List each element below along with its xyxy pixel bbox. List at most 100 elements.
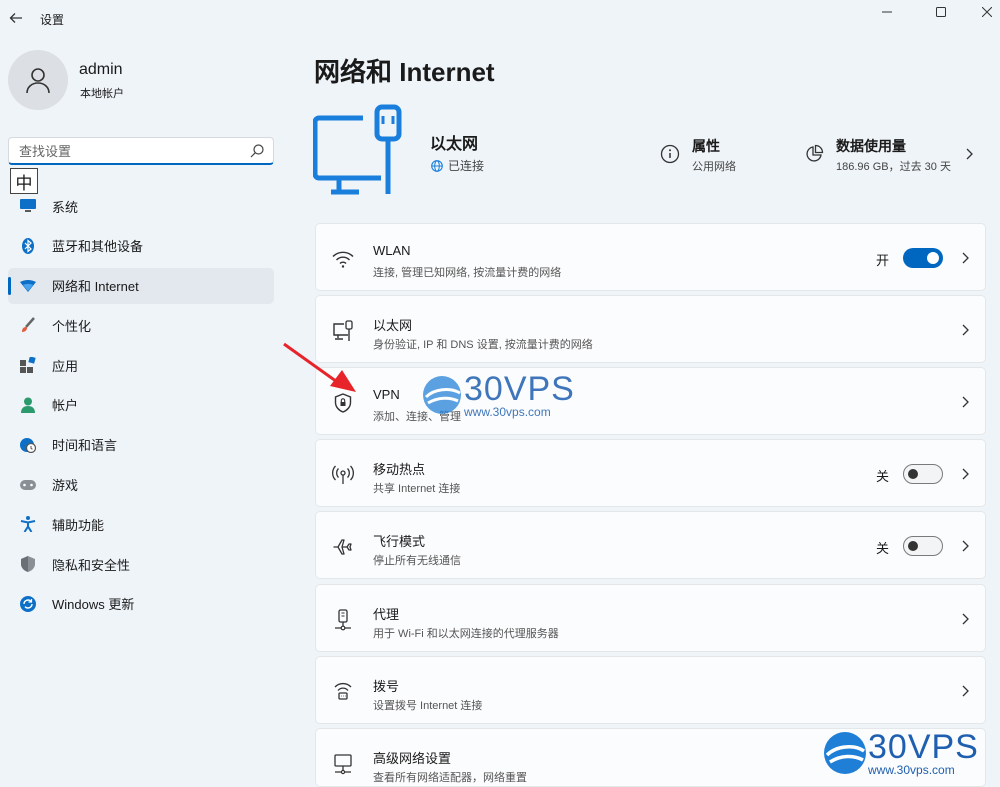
proxy-card[interactable]: 代理 用于 Wi-Fi 和以太网连接的代理服务器 xyxy=(315,584,986,652)
watermark-brand: 30VPS xyxy=(464,370,575,408)
sidebar-item-time-language[interactable]: 时间和语言 xyxy=(8,427,274,463)
card-title: 移动热点 xyxy=(373,462,426,477)
globe-icon xyxy=(431,159,443,172)
sidebar-item-label: 帐户 xyxy=(52,398,79,414)
wlan-card[interactable]: WLAN 连接, 管理已知网络, 按流量计费的网络 开 xyxy=(315,223,986,291)
sidebar-item-label: 辅助功能 xyxy=(52,517,105,533)
brush-icon xyxy=(20,317,36,333)
toggle-state-label: 开 xyxy=(876,253,890,268)
account-type: 本地帐户 xyxy=(80,88,124,100)
wifi-icon xyxy=(332,248,354,270)
connection-status: 已连接 xyxy=(431,157,484,174)
sidebar-item-gaming[interactable]: 游戏 xyxy=(8,467,274,503)
ethernet-icon xyxy=(332,320,354,342)
chevron-right-icon xyxy=(962,252,969,264)
sidebar-item-label: 系统 xyxy=(52,199,79,215)
close-icon xyxy=(982,7,992,17)
arrow-left-icon xyxy=(9,13,22,23)
app-title: 设置 xyxy=(40,13,65,27)
chevron-right-icon xyxy=(962,540,969,552)
sidebar-item-label: 隐私和安全性 xyxy=(52,557,131,573)
dialup-card[interactable]: 拨号 设置拨号 Internet 连接 xyxy=(315,656,986,724)
connection-name: 以太网 xyxy=(430,136,479,153)
watermark-center: 30VPS www.30vps.com xyxy=(420,372,575,418)
info-icon xyxy=(660,144,680,164)
chevron-right-icon xyxy=(962,685,969,697)
sidebar-item-system[interactable]: 系统 xyxy=(8,188,274,224)
card-title: WLAN xyxy=(373,243,411,258)
wifi-icon xyxy=(20,278,36,294)
card-subtitle: 身份验证, IP 和 DNS 设置, 按流量计费的网络 xyxy=(373,339,593,351)
data-usage-subtitle: 186.96 GB，过去 30 天 xyxy=(836,161,951,173)
wlan-toggle[interactable] xyxy=(903,248,943,268)
chevron-right-icon[interactable] xyxy=(962,147,976,161)
sidebar-item-accessibility[interactable]: 辅助功能 xyxy=(8,506,274,542)
close-button[interactable] xyxy=(964,0,1000,24)
watermark-logo-icon xyxy=(824,732,866,774)
sidebar-item-label: 个性化 xyxy=(52,318,92,334)
vpn-card[interactable]: VPN 添加、连接、管理 xyxy=(315,367,986,435)
card-title: 飞行模式 xyxy=(373,534,426,549)
sidebar-item-privacy[interactable]: 隐私和安全性 xyxy=(8,546,274,582)
airplane-mode-toggle[interactable] xyxy=(903,536,943,556)
sidebar-item-accounts[interactable]: 帐户 xyxy=(8,387,274,423)
maximize-button[interactable] xyxy=(918,0,964,24)
card-title: 代理 xyxy=(373,607,400,622)
data-usage-title: 数据使用量 xyxy=(836,138,906,154)
update-icon xyxy=(20,595,36,612)
sidebar-nav: 系统 蓝牙和其他设备 网络和 Internet 个性化 应用 帐户 时间和语言 … xyxy=(8,188,274,626)
minimize-button[interactable] xyxy=(864,0,910,24)
ethernet-card[interactable]: 以太网 身份验证, IP 和 DNS 设置, 按流量计费的网络 xyxy=(315,295,986,363)
maximize-icon xyxy=(936,7,946,17)
sidebar-item-apps[interactable]: 应用 xyxy=(8,347,274,383)
sidebar-item-bluetooth[interactable]: 蓝牙和其他设备 xyxy=(8,228,274,264)
proxy-icon xyxy=(332,609,354,631)
person-icon xyxy=(26,68,50,94)
card-subtitle: 用于 Wi-Fi 和以太网连接的代理服务器 xyxy=(373,628,559,640)
toggle-state-label: 关 xyxy=(876,469,890,484)
accessibility-icon xyxy=(20,516,36,533)
apps-icon xyxy=(20,357,36,374)
minimize-icon xyxy=(882,11,892,13)
annotation-arrow xyxy=(283,342,356,392)
user-name: admin xyxy=(79,61,123,78)
card-subtitle: 共享 Internet 连接 xyxy=(373,483,461,495)
card-subtitle: 设置拨号 Internet 连接 xyxy=(373,700,483,712)
card-subtitle: 查看所有网络适配器，网络重置 xyxy=(373,772,527,784)
back-button[interactable] xyxy=(4,6,28,30)
sidebar-item-label: 网络和 Internet xyxy=(52,279,139,295)
card-title: 拨号 xyxy=(373,679,400,694)
search-icon[interactable] xyxy=(249,143,265,159)
properties-title: 属性 xyxy=(692,138,720,154)
avatar[interactable] xyxy=(8,50,68,110)
watermark-brand: 30VPS xyxy=(868,728,979,766)
chevron-right-icon xyxy=(962,396,969,408)
chevron-right-icon xyxy=(962,613,969,625)
sidebar-item-personalization[interactable]: 个性化 xyxy=(8,307,274,343)
monitor-icon xyxy=(20,198,36,214)
card-title: VPN xyxy=(373,387,400,402)
search-input[interactable] xyxy=(19,142,239,160)
bluetooth-icon xyxy=(20,237,36,254)
sidebar-item-label: 时间和语言 xyxy=(52,438,118,454)
person-icon xyxy=(20,397,36,413)
search-box[interactable] xyxy=(8,137,274,165)
dialup-icon xyxy=(332,681,354,703)
airplane-mode-card[interactable]: 飞行模式 停止所有无线通信 关 xyxy=(315,511,986,579)
card-title: 高级网络设置 xyxy=(373,751,452,766)
hotspot-card[interactable]: 移动热点 共享 Internet 连接 关 xyxy=(315,439,986,507)
gamepad-icon xyxy=(20,477,36,493)
shield-icon xyxy=(20,556,36,573)
title-bar: 设置 xyxy=(0,0,1000,36)
pie-chart-icon xyxy=(806,144,824,162)
hotspot-icon xyxy=(332,464,354,486)
chevron-right-icon xyxy=(962,324,969,336)
chevron-right-icon xyxy=(962,468,969,480)
properties-subtitle: 公用网络 xyxy=(692,161,736,173)
hotspot-toggle[interactable] xyxy=(903,464,943,484)
sidebar-item-windows-update[interactable]: Windows 更新 xyxy=(8,586,274,622)
sidebar-item-label: 游戏 xyxy=(52,478,79,494)
watermark-logo-icon xyxy=(423,376,461,414)
sidebar-item-network[interactable]: 网络和 Internet xyxy=(8,267,274,304)
card-subtitle: 连接, 管理已知网络, 按流量计费的网络 xyxy=(373,267,562,279)
